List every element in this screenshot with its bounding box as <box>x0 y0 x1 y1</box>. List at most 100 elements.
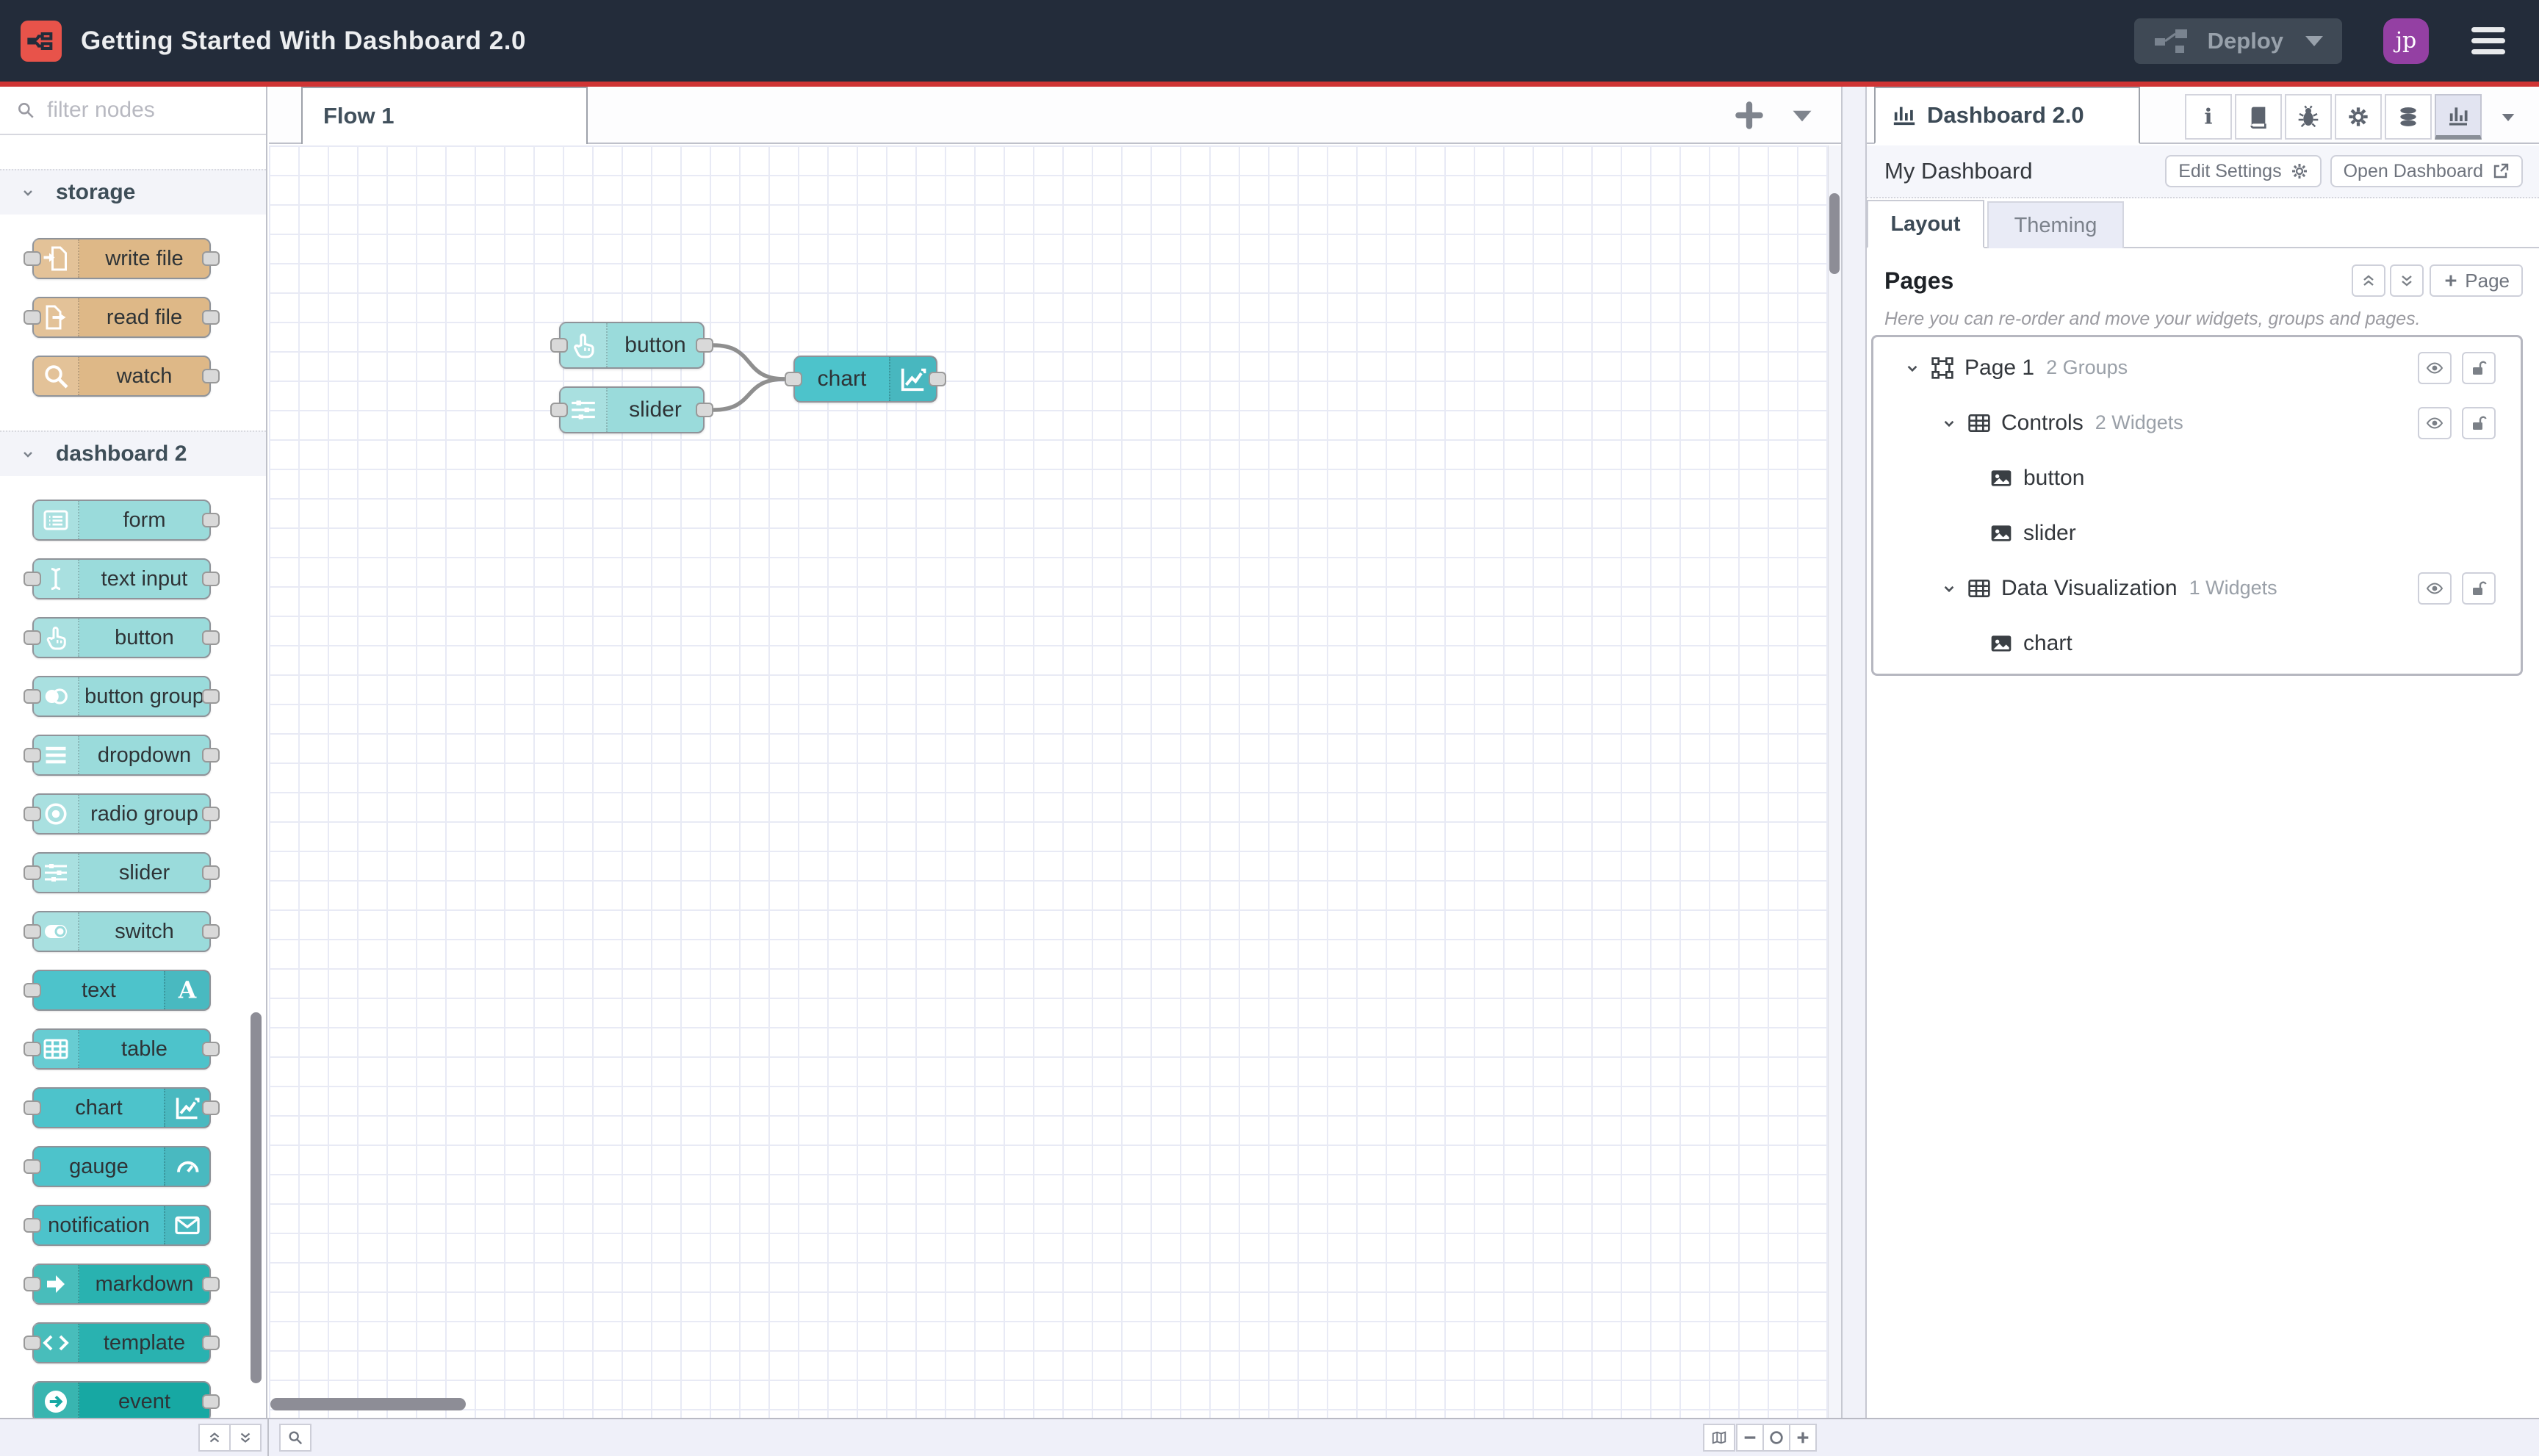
input-port[interactable] <box>24 1042 41 1056</box>
canvas-horizontal-scrollbar[interactable] <box>270 1398 466 1410</box>
palette-node-write-file[interactable]: write file <box>24 238 220 279</box>
palette-node-dropdown[interactable]: dropdown <box>24 735 220 776</box>
deploy-button[interactable]: Deploy <box>2133 18 2342 64</box>
minimap-button[interactable] <box>1703 1424 1735 1452</box>
palette-category-storage[interactable]: storage <box>0 169 266 215</box>
output-port[interactable] <box>202 689 220 704</box>
input-port[interactable] <box>24 310 41 325</box>
sidebar-resizer[interactable] <box>1841 87 1867 1456</box>
palette-collapse-categories-button[interactable] <box>198 1424 231 1452</box>
input-port[interactable] <box>785 372 802 386</box>
palette-expand-categories-button[interactable] <box>229 1424 262 1452</box>
input-port[interactable] <box>24 865 41 880</box>
flow-node-button[interactable]: button <box>550 322 713 369</box>
deploy-caret-icon[interactable] <box>2305 35 2323 46</box>
input-port[interactable] <box>24 924 41 939</box>
canvas-vertical-scrollbar-thumb[interactable] <box>1829 193 1840 274</box>
input-port[interactable] <box>24 689 41 704</box>
palette-scrollbar[interactable] <box>251 1012 262 1383</box>
output-port[interactable] <box>202 251 220 266</box>
lock-toggle-button[interactable] <box>2462 351 2496 384</box>
output-port[interactable] <box>202 748 220 763</box>
output-port[interactable] <box>202 310 220 325</box>
collapse-all-button[interactable] <box>2352 264 2386 297</box>
input-port[interactable] <box>24 983 41 998</box>
output-port[interactable] <box>202 1394 220 1409</box>
chevron-down-icon[interactable] <box>1903 358 1922 378</box>
output-port[interactable] <box>202 1042 220 1056</box>
palette-node-switch[interactable]: switch <box>24 911 220 952</box>
palette-node-gauge[interactable]: gauge <box>24 1146 211 1187</box>
avatar[interactable]: jp <box>2383 18 2429 64</box>
visibility-toggle-button[interactable] <box>2418 572 2452 605</box>
input-port[interactable] <box>24 251 41 266</box>
input-port[interactable] <box>24 748 41 763</box>
input-port[interactable] <box>24 1336 41 1350</box>
output-port[interactable] <box>202 572 220 586</box>
zoom-reset-button[interactable] <box>1762 1424 1790 1452</box>
sidebar-tab-dashboard[interactable]: Dashboard 2.0 <box>1874 87 2140 144</box>
tab-theming[interactable]: Theming <box>1987 201 2124 248</box>
palette-node-chart[interactable]: chart <box>24 1087 220 1128</box>
sidebar-tool-bar-chart-icon[interactable] <box>2435 94 2482 140</box>
input-port[interactable] <box>24 807 41 821</box>
input-port[interactable] <box>24 1218 41 1233</box>
lock-toggle-button[interactable] <box>2462 406 2496 439</box>
open-dashboard-button[interactable]: Open Dashboard <box>2330 155 2523 187</box>
palette-node-notification[interactable]: notification <box>24 1205 211 1246</box>
tree-row-slider[interactable]: slider <box>1873 505 2521 561</box>
chevron-down-icon[interactable] <box>1940 579 1959 598</box>
sidebar-tool-book-icon[interactable] <box>2235 94 2282 140</box>
wire[interactable] <box>711 343 787 381</box>
palette-node-template[interactable]: template <box>24 1322 220 1363</box>
flow-node-chart[interactable]: chart <box>785 356 946 403</box>
input-port[interactable] <box>24 572 41 586</box>
input-port[interactable] <box>24 1100 41 1115</box>
palette-node-markdown[interactable]: markdown <box>24 1264 220 1305</box>
output-port[interactable] <box>202 1336 220 1350</box>
edit-settings-button[interactable]: Edit Settings <box>2165 155 2322 187</box>
sidebar-tabs-caret-icon[interactable] <box>2493 103 2523 132</box>
output-port[interactable] <box>202 1277 220 1291</box>
palette-category-dashboard-2[interactable]: dashboard 2 <box>0 430 266 476</box>
output-port[interactable] <box>929 372 946 386</box>
canvas-search-button[interactable] <box>279 1424 311 1452</box>
visibility-toggle-button[interactable] <box>2418 351 2452 384</box>
palette-node-event[interactable]: event <box>32 1381 220 1418</box>
input-port[interactable] <box>24 630 41 645</box>
tree-row-Controls[interactable]: Controls 2 Widgets <box>1873 395 2521 450</box>
output-port[interactable] <box>202 924 220 939</box>
visibility-toggle-button[interactable] <box>2418 406 2452 439</box>
tab-layout[interactable]: Layout <box>1867 200 1984 248</box>
input-port[interactable] <box>24 1277 41 1291</box>
output-port[interactable] <box>202 865 220 880</box>
output-port[interactable] <box>202 1100 220 1115</box>
input-port[interactable] <box>550 338 568 353</box>
add-page-button[interactable]: Page <box>2430 264 2523 297</box>
tree-row-button[interactable]: button <box>1873 450 2521 505</box>
tree-row-Page-1[interactable]: Page 1 2 Groups <box>1873 340 2521 395</box>
output-port[interactable] <box>202 630 220 645</box>
zoom-out-button[interactable] <box>1736 1424 1764 1452</box>
chevron-down-icon[interactable] <box>1940 414 1959 433</box>
tree-row-chart[interactable]: chart <box>1873 616 2521 671</box>
lock-toggle-button[interactable] <box>2462 572 2496 605</box>
menu-hamburger-icon[interactable] <box>2471 27 2505 54</box>
palette-node-text[interactable]: Atext <box>24 970 211 1011</box>
canvas-vertical-scrollbar-track[interactable] <box>1828 145 1841 1418</box>
palette-node-read-file[interactable]: read file <box>24 297 220 338</box>
sidebar-tool-gear-icon[interactable] <box>2335 94 2382 140</box>
palette-node-text-input[interactable]: text input <box>24 558 220 599</box>
flow-tab[interactable]: Flow 1 <box>301 87 588 144</box>
flow-canvas[interactable]: button slider chart <box>269 145 1841 1418</box>
tree-row-Data-Visualization[interactable]: Data Visualization 1 Widgets <box>1873 561 2521 616</box>
sidebar-tool-db-stack-icon[interactable] <box>2385 94 2432 140</box>
output-port[interactable] <box>202 807 220 821</box>
input-port[interactable] <box>24 1159 41 1174</box>
output-port[interactable] <box>202 369 220 383</box>
palette-node-form[interactable]: form <box>32 500 220 541</box>
palette-node-slider[interactable]: slider <box>24 852 220 893</box>
sidebar-tool-info-icon[interactable]: i <box>2185 94 2232 140</box>
flow-list-caret-icon[interactable] <box>1784 97 1820 134</box>
sidebar-tool-bug-icon[interactable] <box>2285 94 2332 140</box>
